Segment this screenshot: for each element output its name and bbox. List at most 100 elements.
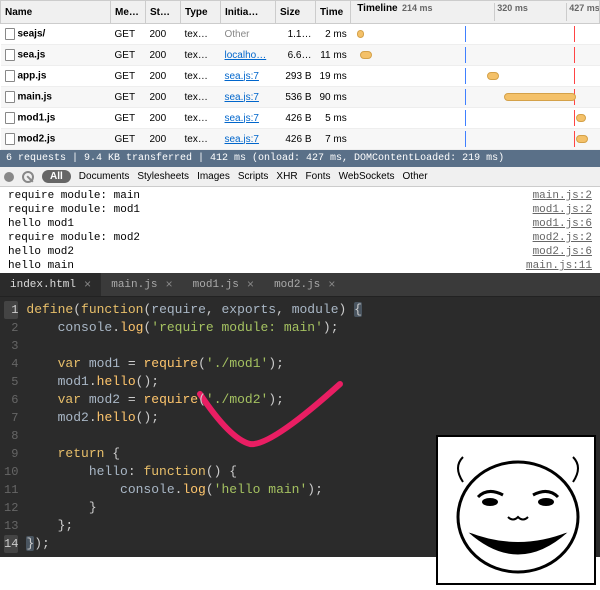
timeline-bar [576,135,588,143]
console-panel: require module: mainmain.js:2require mod… [0,187,600,273]
code-line[interactable]: } [26,499,362,517]
filter-fonts[interactable]: Fonts [306,171,331,182]
initiator-link[interactable]: localho… [225,50,267,61]
filter-documents[interactable]: Documents [79,171,130,182]
tab-label: mod2.js [274,279,320,291]
col-size[interactable]: Size [276,1,316,24]
network-summary: 6 requests | 9.4 KB transferred | 412 ms… [0,150,600,167]
console-source-link[interactable]: mod1.js:6 [533,218,592,230]
console-source-link[interactable]: main.js:2 [533,190,592,202]
editor-tab[interactable]: mod2.js × [264,273,345,296]
console-row: hello mainmain.js:11 [0,259,600,273]
initiator-link: Other [225,29,250,40]
timeline-tick: 214 ms [372,3,433,21]
col-status[interactable]: St… [146,1,181,24]
console-row: hello mod1mod1.js:6 [0,217,600,231]
timeline-bar [504,93,576,101]
col-initiator[interactable]: Initia… [221,1,276,24]
code-content[interactable]: define(function(require, exports, module… [26,297,362,557]
network-table: Name Me… St… Type Initia… Size Time Time… [0,0,600,150]
network-header-row: Name Me… St… Type Initia… Size Time Time… [1,1,600,24]
timeline-bar [357,30,364,38]
filter-bar: All Documents Stylesheets Images Scripts… [0,167,600,187]
network-row[interactable]: mod2.jsGET200tex…sea.js:7426 B7 ms [1,129,600,150]
file-icon [5,112,15,124]
console-source-link[interactable]: mod2.js:2 [533,232,592,244]
network-row[interactable]: app.jsGET200tex…sea.js:7293 B19 ms [1,66,600,87]
close-icon[interactable]: × [84,278,91,292]
console-message: hello mod2 [8,246,533,258]
close-icon[interactable]: × [328,278,335,292]
record-icon[interactable] [4,172,14,182]
code-line[interactable]: }; [26,517,362,535]
filter-websockets[interactable]: WebSockets [339,171,395,182]
col-time[interactable]: Time [316,1,351,24]
initiator-link[interactable]: sea.js:7 [225,71,259,82]
col-name[interactable]: Name [1,1,111,24]
console-message: require module: main [8,190,533,202]
editor-tab[interactable]: main.js × [101,273,182,296]
console-row: require module: mainmain.js:2 [0,189,600,203]
network-row[interactable]: sea.jsGET200tex…localho…6.6…11 ms [1,45,600,66]
editor-tab[interactable]: mod1.js × [183,273,264,296]
col-method[interactable]: Me… [111,1,146,24]
tab-label: main.js [111,279,157,291]
file-icon [5,70,15,82]
editor-tabs: index.html × main.js × mod1.js × mod2.js × [0,273,600,297]
code-line[interactable] [26,427,362,445]
clear-icon[interactable] [22,171,34,183]
code-line[interactable]: define(function(require, exports, module… [26,301,362,319]
filter-xhr[interactable]: XHR [276,171,297,182]
file-icon [5,91,15,103]
code-line[interactable]: var mod2 = require('./mod2'); [26,391,362,409]
code-line[interactable]: mod2.hello(); [26,409,362,427]
timeline-tick: 427 ms [566,3,599,21]
filter-scripts[interactable]: Scripts [238,171,269,182]
filter-all[interactable]: All [42,170,71,183]
code-line[interactable] [26,337,362,355]
line-gutter: 1234567891011121314 [0,297,26,557]
code-line[interactable]: console.log('hello main'); [26,481,362,499]
console-message: require module: mod2 [8,232,533,244]
timeline-tick: 320 ms [494,3,528,21]
tab-label: mod1.js [193,279,239,291]
network-row[interactable]: seajs/GET200tex…Other1.1…2 ms [1,24,600,45]
filter-stylesheets[interactable]: Stylesheets [137,171,189,182]
console-source-link[interactable]: main.js:11 [526,260,592,272]
console-row: hello mod2mod2.js:6 [0,245,600,259]
code-line[interactable]: var mod1 = require('./mod1'); [26,355,362,373]
tab-label: index.html [10,279,76,291]
close-icon[interactable]: × [165,278,172,292]
initiator-link[interactable]: sea.js:7 [225,92,259,103]
console-row: require module: mod2mod2.js:2 [0,231,600,245]
file-icon [5,49,15,61]
initiator-link[interactable]: sea.js:7 [225,113,259,124]
network-row[interactable]: mod1.jsGET200tex…sea.js:7426 B5 ms [1,108,600,129]
filter-other[interactable]: Other [403,171,428,182]
timeline-bar [576,114,586,122]
code-line[interactable]: console.log('require module: main'); [26,319,362,337]
console-message: require module: mod1 [8,204,533,216]
network-panel: Name Me… St… Type Initia… Size Time Time… [0,0,600,150]
file-icon [5,28,15,40]
console-row: require module: mod1mod1.js:2 [0,203,600,217]
code-line[interactable]: }); [26,535,362,553]
filter-images[interactable]: Images [197,171,230,182]
network-row[interactable]: main.jsGET200tex…sea.js:7536 B90 ms [1,87,600,108]
col-type[interactable]: Type [181,1,221,24]
col-timeline[interactable]: Timeline 214 ms 320 ms 427 ms [351,1,600,24]
console-message: hello mod1 [8,218,533,230]
file-icon [5,133,15,145]
initiator-link[interactable]: sea.js:7 [225,134,259,145]
meme-image [436,435,596,585]
console-source-link[interactable]: mod2.js:6 [533,246,592,258]
timeline-bar [487,72,499,80]
editor-tab[interactable]: index.html × [0,273,101,296]
console-message: hello main [8,260,526,272]
console-source-link[interactable]: mod1.js:2 [533,204,592,216]
code-line[interactable]: hello: function() { [26,463,362,481]
timeline-bar [360,51,372,59]
code-line[interactable]: mod1.hello(); [26,373,362,391]
code-line[interactable]: return { [26,445,362,463]
close-icon[interactable]: × [247,278,254,292]
